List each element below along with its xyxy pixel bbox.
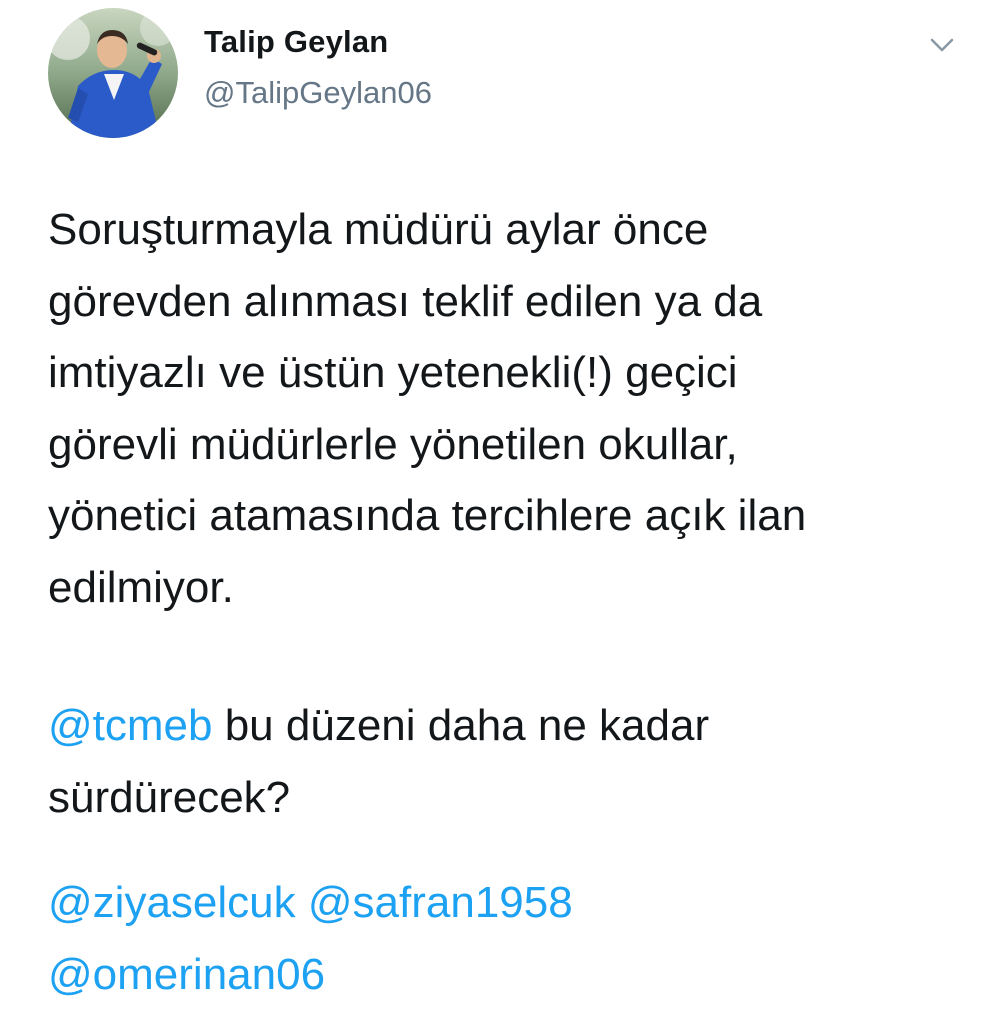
author-avatar[interactable] <box>48 8 178 138</box>
mention-link-tcmeb[interactable]: @tcmeb <box>48 701 212 750</box>
tweet-text-line: görevli müdürlerle yönetilen okullar, <box>48 419 738 469</box>
tweet-text-paragraph-1: Soruşturmayla müdürü aylar önce görevden… <box>48 194 968 623</box>
tweet-text-line: edilmiyor. <box>48 562 234 612</box>
tweet-text-line: Soruşturmayla müdürü aylar önce <box>48 205 709 254</box>
mention-link-safran1958[interactable]: @safran1958 <box>308 878 573 927</box>
author-handle[interactable]: @TalipGeylan06 <box>204 75 432 111</box>
chevron-down-icon <box>930 38 954 52</box>
tweet-text-line: @omerinan06 <box>48 939 968 1011</box>
tweet-text-paragraph-2: @tcmeb bu düzeni daha ne kadar sürdürece… <box>48 690 968 833</box>
tweet-text-fragment: bu düzeni daha ne kadar <box>212 701 710 750</box>
tweet-card: Talip Geylan @TalipGeylan06 Soruşturmayl… <box>0 0 1000 1035</box>
mention-link-omerinan06[interactable]: @omerinan06 <box>48 950 325 999</box>
profile-photo-icon <box>48 8 178 138</box>
tweet-text-line: @ziyaselcuk @safran1958 <box>48 867 968 939</box>
tweet-text-line: @tcmeb bu düzeni daha ne kadar <box>48 690 968 762</box>
tweet-text-line: imtiyazlı ve üstün yetenekli(!) geçici <box>48 348 738 397</box>
mention-link-ziyaselcuk[interactable]: @ziyaselcuk <box>48 878 296 927</box>
tweet-text-line: görevden alınması teklif edilen ya da <box>48 276 763 326</box>
tweet-text-paragraph-3: @ziyaselcuk @safran1958 @omerinan06 <box>48 867 968 1010</box>
author-display-name[interactable]: Talip Geylan <box>204 24 388 60</box>
tweet-menu-button[interactable] <box>922 30 962 60</box>
tweet-text-line: sürdürecek? <box>48 772 291 822</box>
tweet-text-line: yönetici atamasında tercihlere açık ilan <box>48 491 807 540</box>
